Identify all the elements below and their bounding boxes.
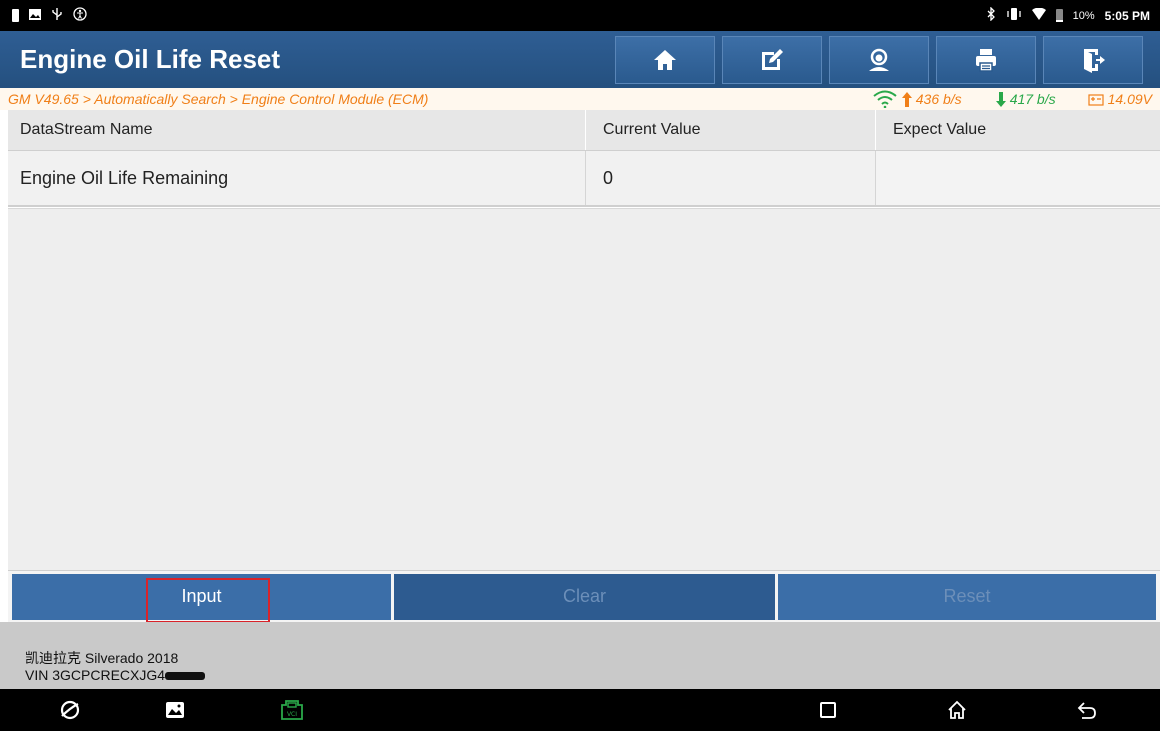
vehicle-model: 凯迪拉克 Silverado 2018 xyxy=(25,650,179,666)
notification-icon xyxy=(12,9,19,22)
vehicle-info: 凯迪拉克 Silverado 2018 VIN 3GCPCRECXJG4 xyxy=(0,622,1160,689)
voltage-readout: 14.09V xyxy=(1107,91,1152,107)
header-current-value: Current Value xyxy=(585,110,875,150)
status-bar: 10% 5:05 PM xyxy=(0,0,1160,31)
home-icon xyxy=(654,49,676,70)
input-button[interactable]: Input xyxy=(12,573,391,623)
current-value-cell: 0 xyxy=(585,151,875,205)
breadcrumb: GM V49.65 > Automatically Search > Engin… xyxy=(8,91,429,107)
edit-button[interactable] xyxy=(722,35,822,84)
battery-voltage-icon xyxy=(1088,93,1104,106)
vehicle-vin: VIN 3GCPCRECXJG4 xyxy=(25,667,166,683)
datastream-table: DataStream Name Current Value Expect Val… xyxy=(8,110,1160,207)
recents-icon[interactable] xyxy=(817,699,839,721)
highlight-box xyxy=(146,577,270,623)
upload-arrow-icon xyxy=(901,91,912,107)
clear-button-label: Clear xyxy=(562,586,606,606)
header-datastream-name: DataStream Name xyxy=(20,121,153,138)
header-expect-value: Expect Value xyxy=(875,110,1160,150)
datastream-name-cell: Engine Oil Life Remaining xyxy=(20,167,229,188)
upload-rate: 436 b/s xyxy=(915,91,962,107)
download-rate: 417 b/s xyxy=(1009,91,1056,107)
download-arrow-icon xyxy=(995,91,1006,107)
print-icon xyxy=(976,48,996,72)
breadcrumb-bar: GM V49.65 > Automatically Search > Engin… xyxy=(0,88,1160,110)
edit-icon xyxy=(762,48,783,70)
clock: 5:05 PM xyxy=(1104,8,1150,23)
empty-table-area xyxy=(8,208,1160,570)
vci-icon[interactable]: VCI xyxy=(280,699,304,721)
image-icon xyxy=(29,8,41,23)
browser-icon[interactable] xyxy=(59,699,81,721)
vibrate-icon xyxy=(1006,7,1022,24)
page-title: Engine Oil Life Reset xyxy=(20,44,281,74)
accessibility-icon xyxy=(73,7,87,24)
exit-button[interactable] xyxy=(1043,35,1143,84)
connection-stats: 436 b/s 417 b/s 14.09V xyxy=(872,90,1160,108)
svg-text:VCI: VCI xyxy=(287,711,297,718)
table-row[interactable]: Engine Oil Life Remaining 0 xyxy=(8,151,1160,207)
table-header: DataStream Name Current Value Expect Val… xyxy=(8,110,1160,151)
battery-percent: 10% xyxy=(1072,9,1095,22)
support-icon xyxy=(869,48,889,71)
battery-icon xyxy=(1055,9,1063,22)
bluetooth-icon xyxy=(986,6,996,24)
system-nav-bar: VCI xyxy=(0,689,1160,731)
usb-icon xyxy=(51,7,63,24)
header-toolbar xyxy=(615,35,1143,84)
wifi-signal-icon xyxy=(873,90,897,108)
app-header: Engine Oil Life Reset xyxy=(0,31,1160,88)
expect-value-cell xyxy=(875,151,1160,205)
status-left-icons xyxy=(12,7,87,24)
reset-button[interactable]: Reset xyxy=(777,573,1156,620)
home-button[interactable] xyxy=(615,35,715,84)
wifi-icon xyxy=(1031,7,1046,23)
home-nav-icon[interactable] xyxy=(946,699,968,721)
action-bar: Input Clear Reset xyxy=(8,570,1160,623)
reset-button-label: Reset xyxy=(943,586,991,606)
back-icon[interactable] xyxy=(1076,699,1098,721)
clear-button[interactable]: Clear xyxy=(394,573,775,620)
gallery-icon[interactable] xyxy=(164,699,186,721)
redacted-vin-mark xyxy=(165,672,206,681)
print-button[interactable] xyxy=(936,35,1036,84)
status-right-icons: 10% 5:05 PM xyxy=(986,6,1150,24)
exit-icon xyxy=(1084,48,1105,73)
vin-line: VIN 3GCPCRECXJG4 xyxy=(25,667,1160,684)
support-button[interactable] xyxy=(829,35,929,84)
